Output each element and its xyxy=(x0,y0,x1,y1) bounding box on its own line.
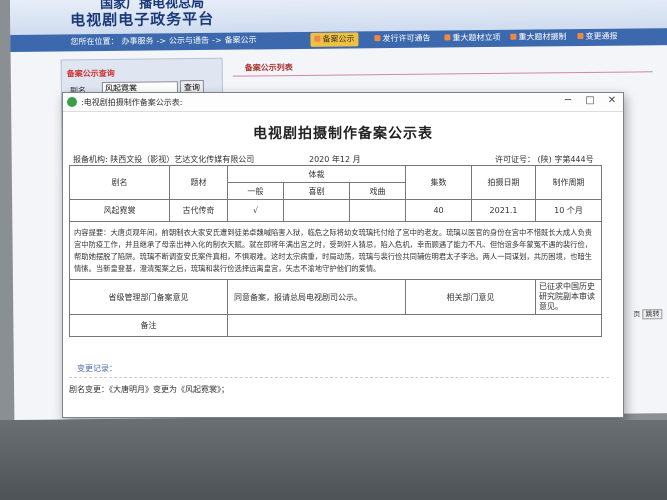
window-titlebar[interactable]: :电视剧拍摄制作备案公示表: ─ □ ✕ xyxy=(63,93,623,112)
license-info: 许可证号： (陕) 字第444号 xyxy=(495,154,594,165)
license-value: (陕) 字第444号 xyxy=(537,155,594,164)
app-icon xyxy=(67,97,77,107)
rename-record: 剧名变更：《大唐明月》变更为《风起霓裳》； xyxy=(69,385,229,394)
header-genre: 体裁 xyxy=(226,165,407,183)
tab-label: 备案公示 xyxy=(322,34,355,44)
remark-value xyxy=(226,314,603,337)
tab-change-report[interactable]: 变更通报 xyxy=(573,30,621,45)
tab-label: 发行许可通告 xyxy=(382,33,431,44)
header-subject: 题材 xyxy=(169,165,228,200)
cell-opera xyxy=(348,199,407,222)
cell-episodes: 40 xyxy=(405,199,473,222)
change-record-label: 变更记录： xyxy=(77,364,117,373)
remark-label: 备注 xyxy=(69,314,228,337)
pager: 页 跳转 xyxy=(633,309,663,320)
breadcrumb-separator: -> xyxy=(211,35,222,45)
desk-surface xyxy=(0,420,667,500)
tab-bullet-icon xyxy=(374,35,381,42)
header-genre-comedy: 喜剧 xyxy=(283,182,350,200)
header-episodes: 集数 xyxy=(405,165,473,200)
tab-bullet-icon xyxy=(577,32,584,40)
cell-general: √ xyxy=(227,199,284,222)
header-name: 剧名 xyxy=(69,165,170,200)
content-summary: 内容提要：大唐贞观年间，前朝制衣大家安氏遭到徒弟卓魏喊陷害入狱，临危之际将幼女琉… xyxy=(68,221,603,280)
report-date: 2020 年12 月 xyxy=(309,155,361,164)
breadcrumb: 您所在位置： 办事服务 -> 公示与通告 -> 备案公示 xyxy=(70,34,259,47)
opinion-related-label: 相关部门意见 xyxy=(405,279,537,315)
tab-record-notice[interactable]: 备案公示 xyxy=(310,32,359,47)
divider xyxy=(69,377,609,378)
site-title: 电视剧电子政务平台 xyxy=(70,9,215,30)
cell-shoot-date: 2021.1 xyxy=(471,199,537,222)
window-title: :电视剧拍摄制作备案公示表: xyxy=(81,98,183,107)
close-button[interactable]: ✕ xyxy=(605,95,619,106)
tab-release-license[interactable]: 发行许可通告 xyxy=(370,32,434,47)
breadcrumb-link-service[interactable]: 办事服务 xyxy=(121,37,153,46)
breadcrumb-link-notice[interactable]: 公示与通告 xyxy=(169,36,209,45)
search-panel-title: 备案公示查询 xyxy=(66,68,115,79)
org-info: 报备机构: 陕西文投（影视）艺达文化传媒有限公司 xyxy=(73,154,254,165)
header-genre-opera: 戏曲 xyxy=(348,182,407,200)
tab-bullet-icon xyxy=(314,35,321,42)
maximize-button[interactable]: □ xyxy=(583,95,597,106)
header-period: 制作周期 xyxy=(535,165,603,200)
tab-major-shooting[interactable]: 重大题材摄制 xyxy=(506,30,570,45)
record-table: 剧名 题材 体裁 集数 拍摄日期 制作周期 一般 喜剧 戏曲 风起霓裳 古代传奇… xyxy=(68,165,603,337)
tab-label: 重大题材摄制 xyxy=(518,32,567,42)
opinion-registered: 同意备案，报请总局电视剧司公示。 xyxy=(226,279,407,315)
tab-bullet-icon xyxy=(510,33,517,40)
opinion-provincial-label: 省级管理部门备案意见 xyxy=(69,279,228,315)
cell-name: 风起霓裳 xyxy=(69,199,170,222)
org-label: 报备机构: xyxy=(73,155,108,164)
minimize-button[interactable]: ─ xyxy=(561,95,575,106)
cell-comedy xyxy=(283,199,350,222)
cell-subject: 古代传奇 xyxy=(169,199,228,222)
popup-window: :电视剧拍摄制作备案公示表: ─ □ ✕ 电视剧拍摄制作备案公示表 报备机构: … xyxy=(62,92,624,418)
jump-button[interactable]: 跳转 xyxy=(642,309,663,320)
breadcrumb-separator: -> xyxy=(156,36,167,46)
table-row: 风起霓裳 古代传奇 √ 40 2021.1 10 个月 xyxy=(69,199,603,222)
tab-label: 重大题材立项 xyxy=(452,32,501,43)
list-header: 备案公示列表 xyxy=(232,55,653,77)
org-value: 陕西文投（影视）艺达文化传媒有限公司 xyxy=(110,155,255,164)
breadcrumb-label: 您所在位置： xyxy=(70,36,119,47)
header-genre-general: 一般 xyxy=(227,182,284,200)
tab-major-project[interactable]: 重大题材立项 xyxy=(440,31,504,46)
tab-bullet-icon xyxy=(444,34,451,41)
list-title: 备案公示列表 xyxy=(244,63,293,73)
pager-suffix: 页 xyxy=(633,310,641,319)
tab-label: 变更通报 xyxy=(585,31,618,41)
cell-period: 10 个月 xyxy=(535,199,603,222)
header-shoot-date: 拍摄日期 xyxy=(471,165,537,200)
opinion-related-value: 已征求中国历史研究院副本审读意见。 xyxy=(535,279,603,315)
document-title: 电视剧拍摄制作备案公示表 xyxy=(253,126,433,142)
breadcrumb-current: 备案公示 xyxy=(224,35,257,45)
license-label: 许可证号： xyxy=(495,155,535,164)
